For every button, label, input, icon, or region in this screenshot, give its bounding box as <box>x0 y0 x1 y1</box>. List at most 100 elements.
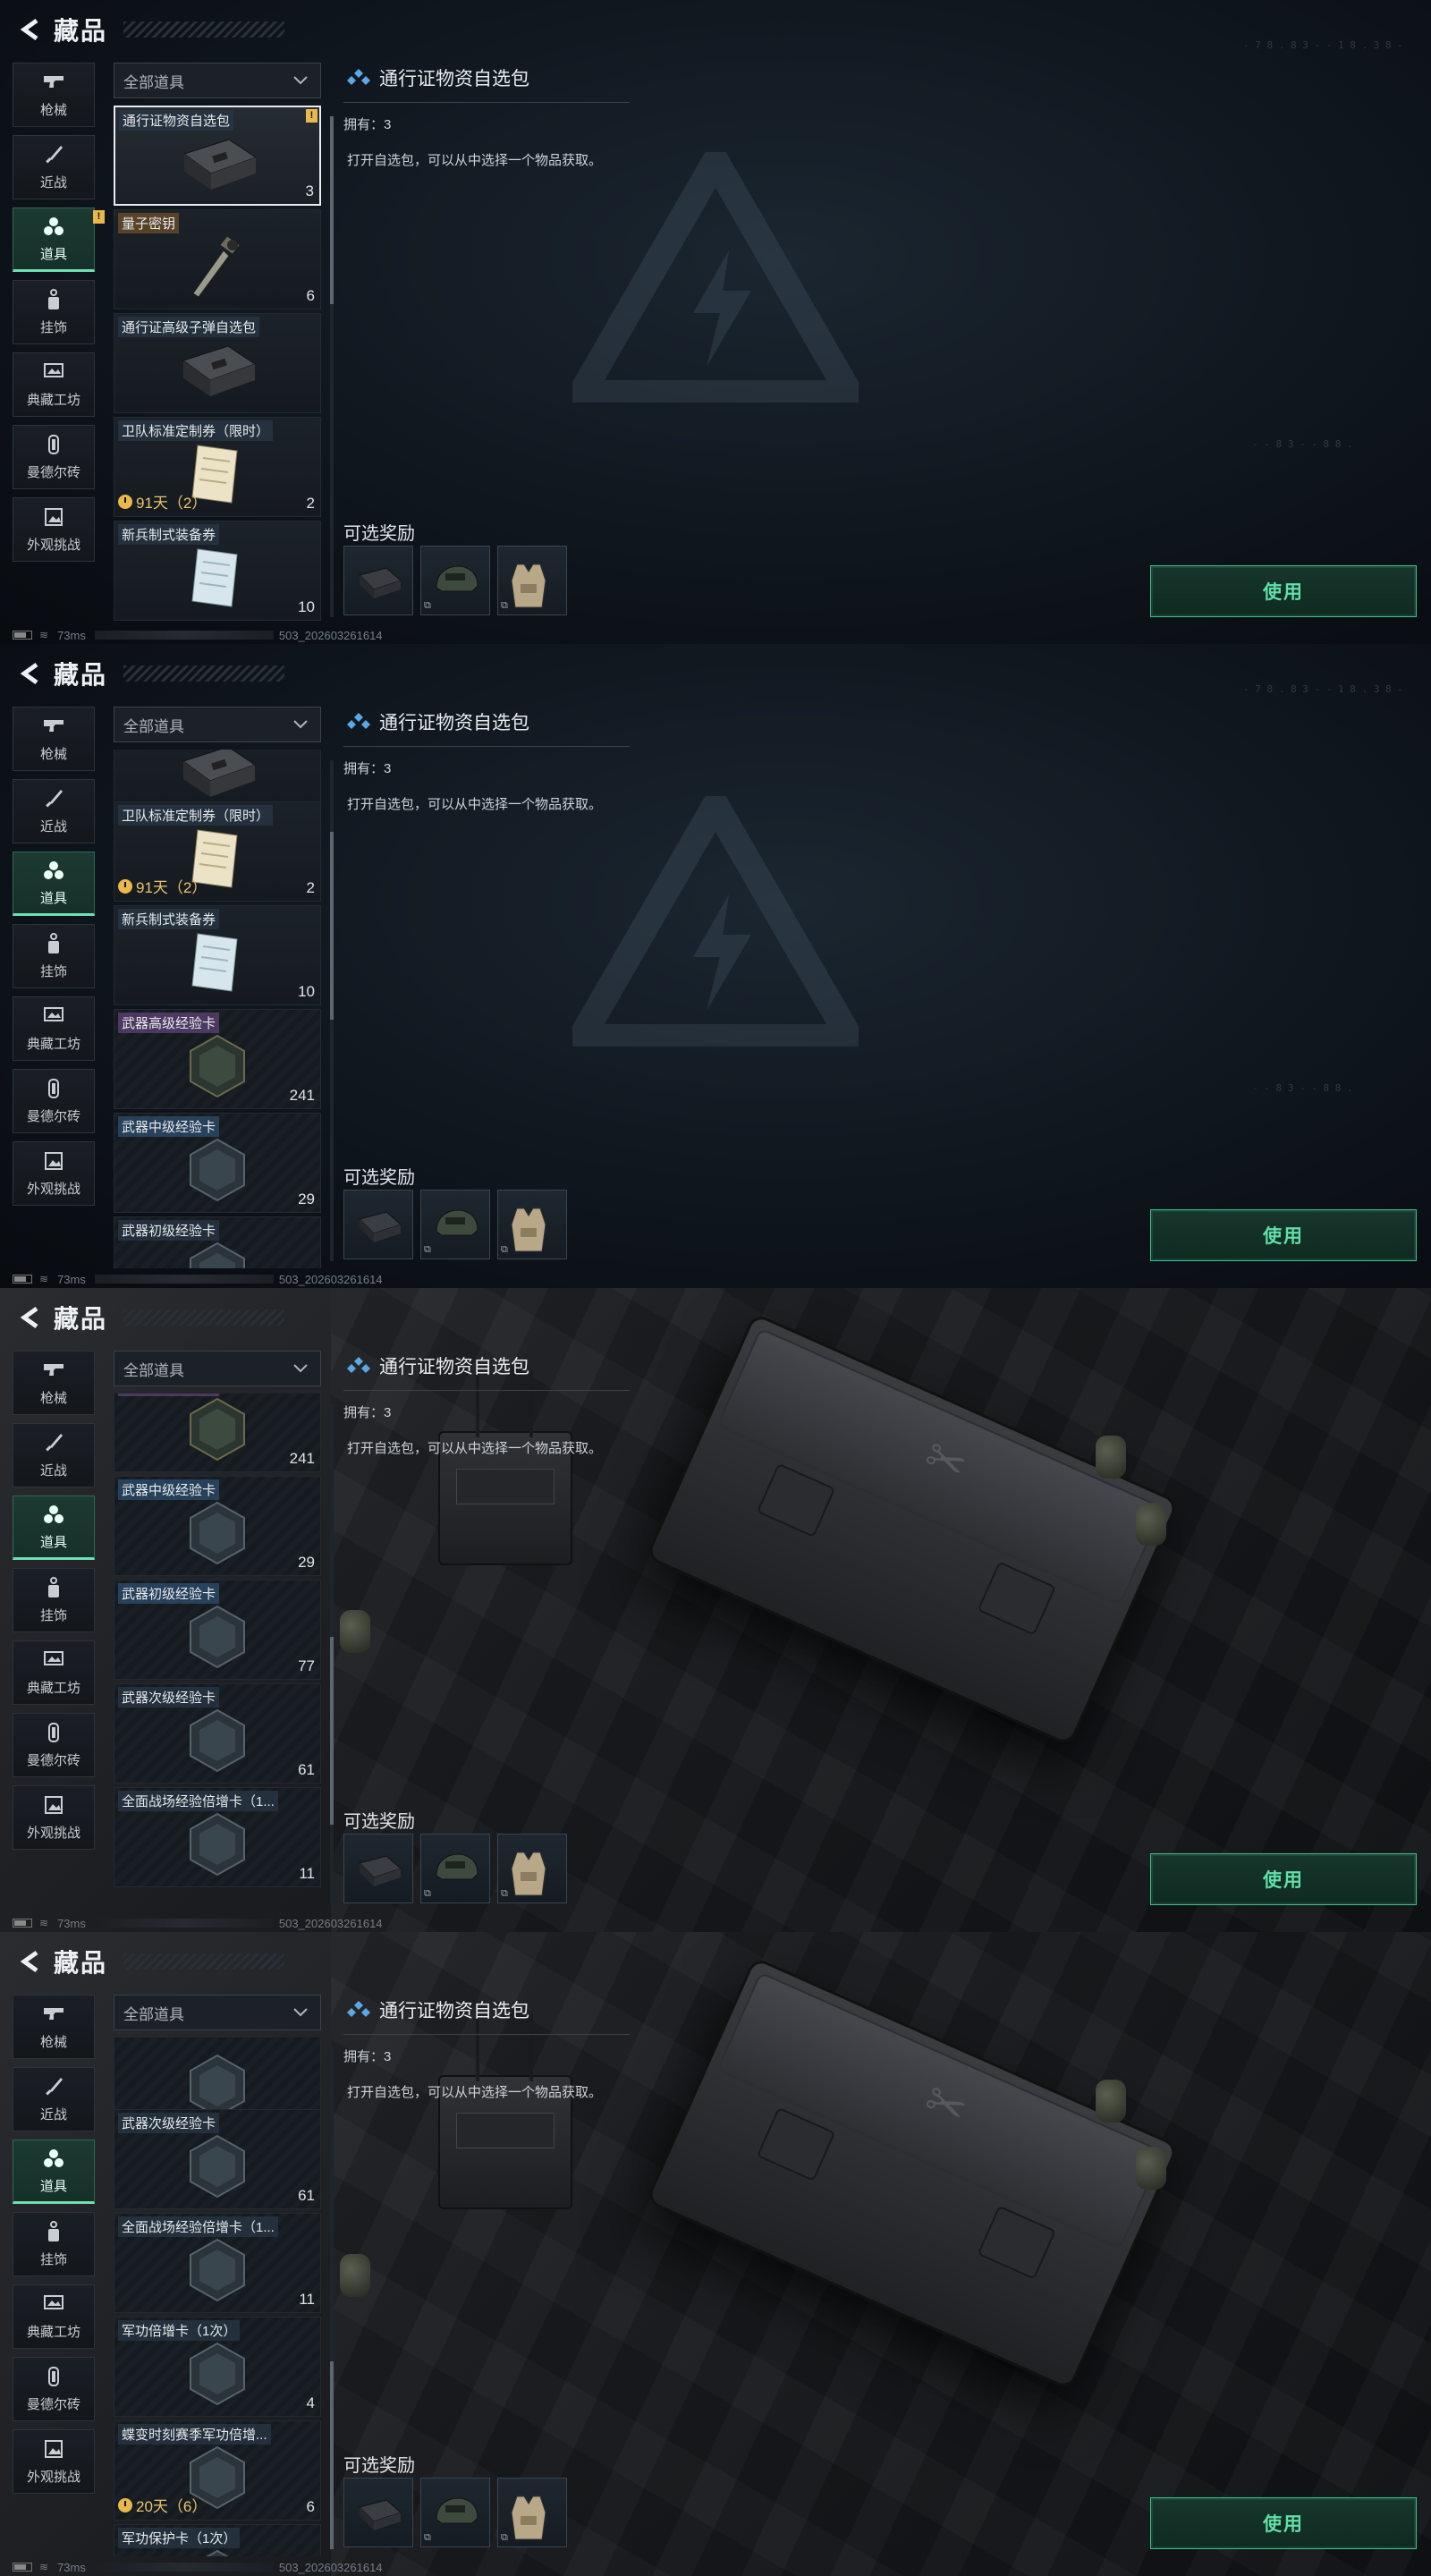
sidebar-item[interactable]: 曼德尔砖 <box>13 1713 95 1777</box>
item-card[interactable]: 全面战场经验倍增卡（1... 11 <box>114 1787 321 1887</box>
sidebar-item[interactable]: 道具! <box>13 208 105 272</box>
reward-slot[interactable]: ⧉ <box>497 2478 567 2547</box>
reward-slot[interactable] <box>343 2478 413 2547</box>
reward-slot[interactable]: ⧉ <box>497 1834 567 1903</box>
item-timer: 91天（2） <box>118 875 207 897</box>
scrollbar-thumb[interactable] <box>330 2361 334 2549</box>
item-card[interactable]: 量子密钥 6 <box>114 209 321 309</box>
reward-slot[interactable]: ⧉ <box>420 546 490 615</box>
reward-slot[interactable] <box>343 1190 413 1259</box>
item-card[interactable]: 军功保护卡（1次） <box>114 2524 321 2556</box>
item-card[interactable]: 卫队标准定制券（限时） 91天（2） 2 <box>114 417 321 517</box>
item-list-scrollbar[interactable] <box>330 116 334 617</box>
sidebar-item[interactable]: 枪械 <box>13 1351 95 1415</box>
reward-slot[interactable]: ⧉ <box>497 1190 567 1259</box>
sidebar-item[interactable]: 挂饰 <box>13 280 95 344</box>
reward-slot[interactable]: ⧉ <box>420 1834 490 1903</box>
sidebar-item[interactable]: 近战 <box>13 779 95 843</box>
item-card[interactable]: 卫队标准定制券（限时） 91天（2） 2 <box>114 801 321 902</box>
sidebar-item[interactable]: 道具 <box>13 2140 95 2204</box>
reward-slot[interactable] <box>343 1834 413 1903</box>
sidebar-item[interactable]: 曼德尔砖 <box>13 2357 95 2421</box>
back-button[interactable] <box>13 1944 48 1979</box>
item-name: 卫队标准定制券（限时） <box>118 420 274 441</box>
item-count: 11 <box>299 1865 315 1882</box>
sidebar-item[interactable]: 近战 <box>13 135 95 199</box>
background-grenade <box>1136 1503 1166 1546</box>
sidebar-item[interactable]: 道具 <box>13 852 95 916</box>
sidebar-item[interactable]: 外观挑战 <box>13 1141 95 1206</box>
back-button[interactable] <box>13 12 48 47</box>
reward-slot[interactable]: ⧉ <box>420 2478 490 2547</box>
item-name: 武器高级经验卡 <box>118 1394 220 1396</box>
sidebar-item[interactable]: 枪械 <box>13 63 95 127</box>
sidebar-item[interactable]: 典藏工坊 <box>13 1640 95 1705</box>
sidebar-item[interactable]: 枪械 <box>13 707 95 771</box>
item-list: 通行证物资自选包! 3 量子密钥 6 通行证高级子弹自选包 卫队标准定制券（限时） 91天（… <box>114 106 321 624</box>
item-card[interactable]: 武器高级经验卡 241 <box>114 1009 321 1109</box>
page-title: 藏品 <box>54 17 108 45</box>
use-button[interactable]: 使用 <box>1150 1853 1417 1905</box>
item-card[interactable]: 全面战场经验倍增卡（1... 11 <box>114 2213 321 2313</box>
use-button[interactable]: 使用 <box>1150 565 1417 617</box>
build-text: 503_202603261614 <box>278 1916 383 1930</box>
reward-slot[interactable]: ⧉ <box>420 1190 490 1259</box>
sidebar-item[interactable]: 挂饰 <box>13 1568 95 1632</box>
use-button[interactable]: 使用 <box>1150 1209 1417 1261</box>
back-button[interactable] <box>13 656 48 691</box>
item-card[interactable]: 新兵制式装备券 10 <box>114 905 321 1005</box>
item-card[interactable]: 通行证高级子弹自选包 <box>114 313 321 413</box>
clock-icon <box>118 2497 132 2512</box>
item-list-scrollbar[interactable] <box>330 2048 334 2549</box>
vest-icon <box>506 2491 551 2549</box>
background-emblem <box>572 796 859 1046</box>
item-image <box>173 1394 262 1464</box>
back-button[interactable] <box>13 1300 48 1335</box>
sidebar-item[interactable]: 近战 <box>13 1423 95 1487</box>
sidebar-item[interactable]: 挂饰 <box>13 924 95 988</box>
item-card[interactable]: 军功倍增卡（1次） 4 <box>114 2317 321 2417</box>
item-filter-dropdown[interactable]: 全部道具 <box>114 63 321 98</box>
sidebar-item[interactable]: 外观挑战 <box>13 497 95 562</box>
sidebar-item[interactable]: 曼德尔砖 <box>13 1069 95 1133</box>
item-filter-dropdown[interactable]: 全部道具 <box>114 1351 321 1386</box>
item-card[interactable]: 武器中级经验卡 29 <box>114 1113 321 1213</box>
item-card[interactable]: 武器次级经验卡 61 <box>114 1683 321 1784</box>
sidebar-item[interactable]: 典藏工坊 <box>13 2284 95 2349</box>
ping-text: 73ms <box>57 1272 86 1286</box>
item-name: 武器中级经验卡 <box>118 1116 220 1137</box>
item-count: 77 <box>298 1657 315 1674</box>
helmet-icon <box>429 1203 483 1252</box>
item-card[interactable]: 武器初级经验卡 <box>114 1216 321 1268</box>
reward-slot[interactable]: ⧉ <box>497 546 567 615</box>
item-card[interactable]: 武器次级经验卡 61 <box>114 2109 321 2209</box>
sidebar-item[interactable]: 外观挑战 <box>13 2429 95 2494</box>
item-filter-dropdown[interactable]: 全部道具 <box>114 707 321 742</box>
sidebar-item[interactable]: 枪械 <box>13 1995 95 2059</box>
item-filter-dropdown[interactable]: 全部道具 <box>114 1995 321 2030</box>
sidebar-item[interactable]: 挂饰 <box>13 2212 95 2276</box>
sidebar-item[interactable]: 近战 <box>13 2067 95 2131</box>
item-list-scrollbar[interactable] <box>330 1404 334 1905</box>
sidebar-item-label: 近战 <box>39 1462 67 1479</box>
sidebar-item[interactable]: 曼德尔砖 <box>13 425 95 489</box>
item-card[interactable]: 蝶变时刻赛季军功倍增... 20天（6） 6 <box>114 2420 321 2521</box>
scrollbar-thumb[interactable] <box>330 832 334 1020</box>
item-card[interactable]: 武器中级经验卡 29 <box>114 1476 321 1576</box>
reward-slot[interactable] <box>343 546 413 615</box>
item-card[interactable]: 武器初级经验卡 77 <box>114 1580 321 1680</box>
preview-icon: ⧉ <box>501 1888 508 1899</box>
sidebar-item[interactable]: 典藏工坊 <box>13 352 95 417</box>
item-list-scrollbar[interactable] <box>330 760 334 1261</box>
item-card[interactable]: 新兵制式装备券 10 <box>114 521 321 621</box>
rewards-label: 可选奖励 <box>343 524 415 544</box>
item-card[interactable]: 武器高级经验卡 241 <box>114 1394 321 1472</box>
sidebar-item[interactable]: 外观挑战 <box>13 1785 95 1850</box>
detail-title: 通行证物资自选包 <box>345 64 529 91</box>
scrollbar-thumb[interactable] <box>330 116 334 304</box>
sidebar-item[interactable]: 典藏工坊 <box>13 996 95 1061</box>
item-card[interactable]: 通行证物资自选包! 3 <box>114 106 321 206</box>
sidebar-item[interactable]: 道具 <box>13 1496 95 1560</box>
scrollbar-thumb[interactable] <box>330 1637 334 1825</box>
use-button[interactable]: 使用 <box>1150 2497 1417 2549</box>
